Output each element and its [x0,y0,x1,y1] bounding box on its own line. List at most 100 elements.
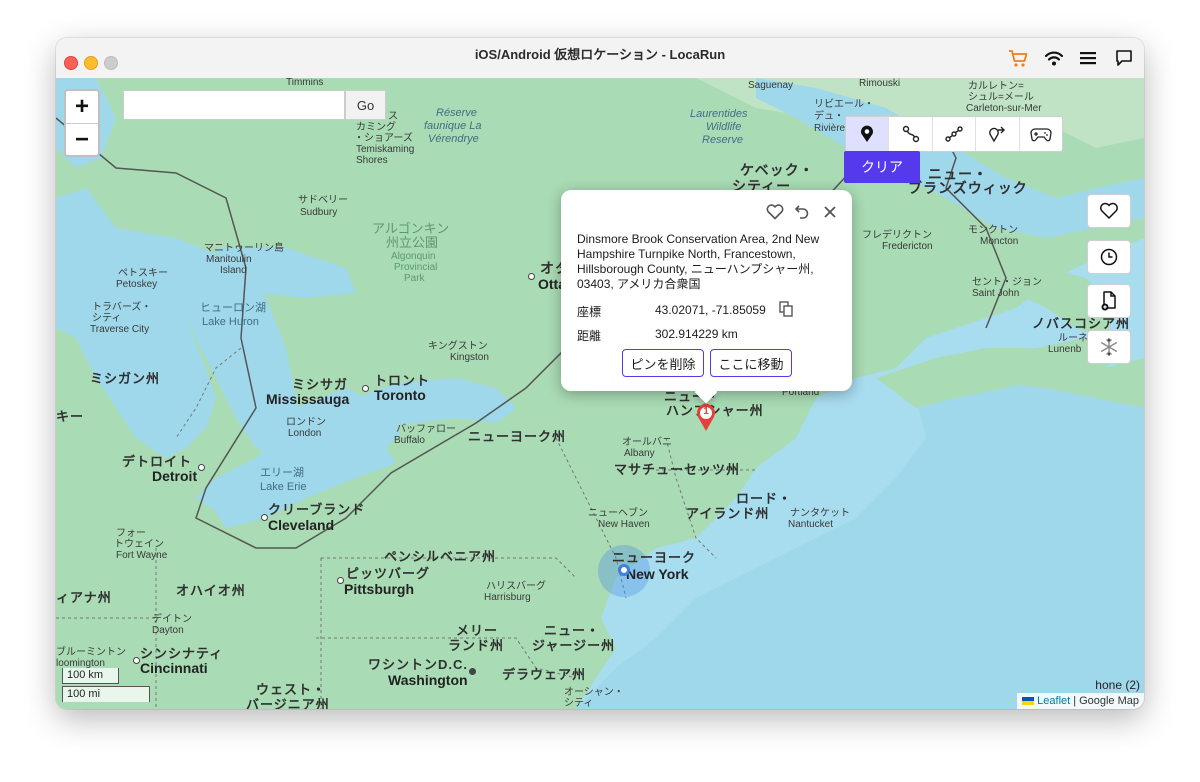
map-label: ロード・ [736,491,793,506]
leaflet-link[interactable]: Leaflet [1037,695,1070,707]
map-label: Nantucket [788,519,834,530]
move-here-button[interactable]: ここに移動 [710,349,792,377]
copy-icon[interactable] [779,301,793,317]
map-label: ニュー・ [544,623,601,638]
map-label: Pittsburgh [344,581,414,597]
history-button[interactable] [1087,240,1131,274]
map-label: デラウェア州 [502,667,587,682]
map-label: Provincial [394,262,438,273]
history-icon [1100,248,1118,266]
map-label: Island [220,265,247,276]
map-view[interactable]: Timmins Saguenay Rimouski カルレトン= シュル=メール… [56,78,1144,709]
map-label: 州立公園 [386,235,439,250]
favorite-button[interactable] [1087,194,1131,228]
attribution-separator: | [1073,695,1077,707]
map-label: Saint John [972,288,1020,299]
map-label: Kingston [450,352,489,363]
map-label: カミング [356,122,396,133]
two-spot-route-icon [902,125,919,143]
import-gpx-button[interactable] [1087,284,1131,318]
map-label: Wildlife [706,121,742,133]
map-label: モンクトン [968,225,1018,236]
import-gpx-icon [1101,291,1116,311]
coord-value: 43.02071, -71.85059 [655,303,766,317]
coord-label: 座標 [577,305,602,319]
map-label: オールバニ [622,437,672,448]
map-label: Rimouski [859,78,901,89]
cart-icon[interactable] [1006,47,1030,69]
map-label: Lake Huron [202,316,259,328]
map-label: ミシサガ [292,377,349,392]
joystick-icon [1030,128,1052,142]
map-label: London [288,428,322,439]
jump-teleport-mode-button[interactable] [976,117,1020,151]
map-label: Vérendrye [428,133,479,145]
delete-pin-button[interactable]: ピンを削除 [622,349,704,377]
map-label: Detroit [152,468,198,484]
map-label: フォー [116,528,146,539]
map-label: オーシャン・ [564,687,624,698]
map-label: Carleton-sur-Mer [966,103,1042,114]
map-label: Sudbury [300,207,338,218]
map-label: カルレトン= [968,81,1024,92]
map-label: Algonquin [391,251,436,262]
go-button[interactable]: Go [345,90,386,120]
map-label: Cincinnati [140,660,208,676]
freeze-button[interactable] [1087,330,1131,364]
app-window: iOS/Android 仮想ロケーション - LocaRun Timmins S… [56,38,1144,709]
search-input[interactable] [123,90,345,120]
map-label: Harrisburg [484,592,531,603]
address-text: Dinsmore Brook Conservation Area, 2nd Ne… [577,232,820,291]
menu-icon[interactable] [1076,47,1100,69]
map-label: Dayton [152,625,184,636]
map-label: トラバーズ・ [92,302,152,313]
map-label: リビエール・ [814,99,874,110]
map-label: Mississauga [266,391,350,407]
map-label: New York [626,566,689,582]
map-label: Réserve [436,107,477,119]
map-label: faunique La [424,120,482,132]
two-spot-mode-button[interactable] [889,117,933,151]
attribution: Leaflet | Google Map [1017,693,1144,709]
current-location-marker[interactable] [618,564,630,576]
teleport-mode-button[interactable] [846,117,890,151]
map-label: Cleveland [268,517,335,533]
chat-icon[interactable] [1112,47,1136,69]
multi-spot-mode-button[interactable] [933,117,977,151]
map-label: Timmins [286,78,324,88]
map-label: キー [56,409,85,424]
zoom-in-button[interactable]: + [66,91,98,124]
map-label: バージニア州 [246,697,330,709]
map-label: Traverse City [90,324,150,335]
map-label: ミシガン州 [90,371,161,386]
map-label: ケベック・ [740,162,815,178]
city-marker [133,657,140,664]
city-marker [528,273,535,280]
undo-icon[interactable] [794,204,810,220]
favorite-icon [1100,202,1118,219]
map-label: ペトスキー [118,268,168,279]
joystick-mode-button[interactable] [1020,117,1062,151]
map-label: New Haven [598,519,650,530]
wifi-icon[interactable] [1042,47,1066,69]
favorite-icon[interactable] [766,204,784,220]
map-pin[interactable]: 1 [695,402,717,432]
map-label: フレデリクトン [862,230,932,241]
map-label: ・ショアーズ [354,133,413,144]
map-label: ィアナ州 [56,590,112,605]
map-label: ナンタケット [790,508,850,519]
scale-km: 100 km [62,668,119,684]
google-map-attribution: Google Map [1079,695,1139,707]
zoom-out-button[interactable]: − [66,124,98,156]
map-label: ジャージー州 [532,638,616,653]
map-label: シンシナティ [140,646,224,661]
map-label: ワシントンD.C. [368,657,469,672]
map-label: クリーブランド [268,502,366,517]
close-icon[interactable] [822,204,838,220]
ukraine-flag-icon [1022,697,1035,705]
map-label: Manitoulin [206,254,252,265]
clear-button[interactable]: クリア [844,151,920,183]
map-label: バッファロー [396,424,456,435]
map-label: ロンドン [286,417,326,428]
map-label: Albany [624,448,655,459]
